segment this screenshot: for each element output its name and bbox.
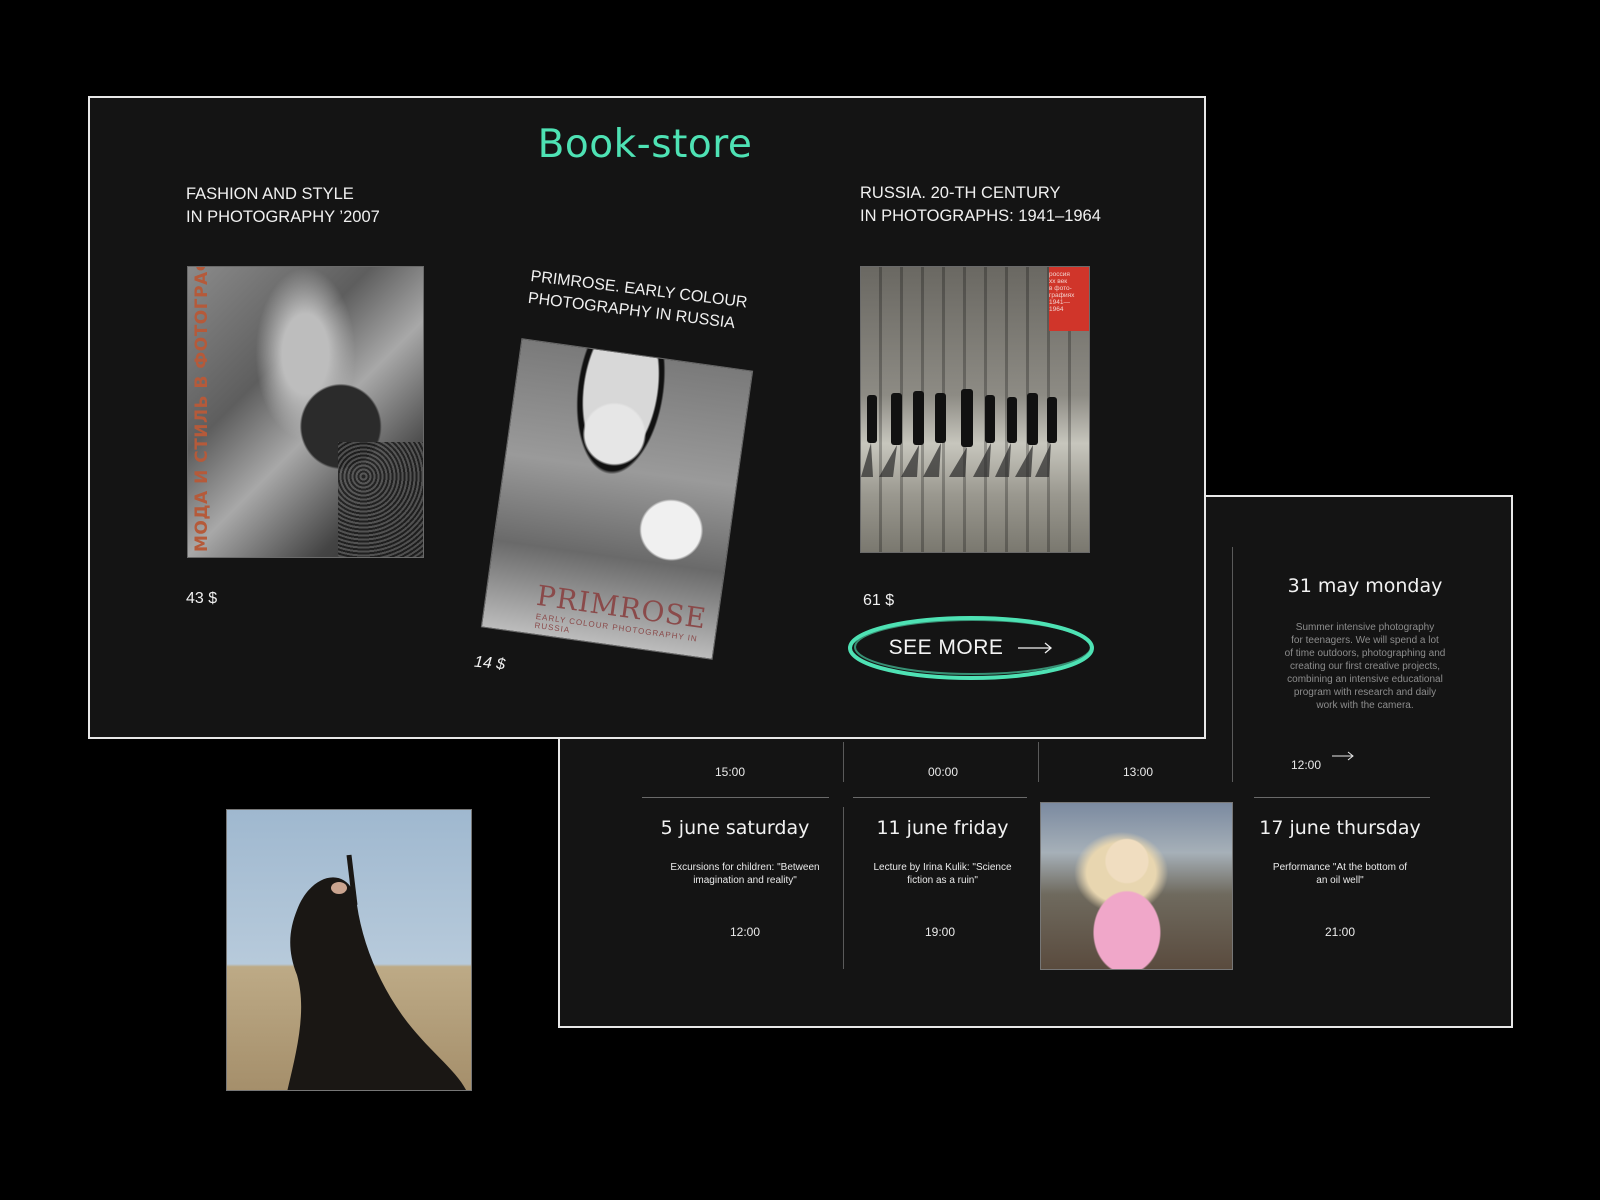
book-price: 43 $ — [186, 590, 218, 607]
event-date[interactable]: 17 june thursday — [1245, 817, 1435, 839]
book-price: 61 $ — [863, 592, 895, 609]
featured-event-description: Summer intensive photography for teenage… — [1284, 622, 1446, 711]
event-date[interactable]: 11 june friday — [850, 817, 1035, 839]
event-description: Lecture by Irina Kulik: "Science fiction… — [873, 862, 1012, 886]
event-photo — [1040, 802, 1233, 970]
see-more-button[interactable]: SEE MORE — [846, 613, 1096, 683]
book-cover[interactable]: PRIMROSE EARLY COLOUR PHOTOGRAPHY IN RUS… — [480, 338, 754, 660]
figure-illustration — [287, 854, 466, 1090]
row-divider — [642, 797, 829, 798]
column-divider — [1232, 547, 1233, 782]
event-date[interactable]: 5 june saturday — [640, 817, 830, 839]
event-time: 21:00 — [1324, 925, 1356, 939]
event-time: 13:00 — [1122, 765, 1154, 779]
featured-event-time: 12:00 — [1290, 758, 1322, 772]
book-cover[interactable]: россия xx век в фото- графиях 1941— 1964 — [860, 266, 1090, 553]
featured-event-date[interactable]: 31 may monday — [1245, 575, 1485, 597]
event-description: Excursions for children: "Between imagin… — [670, 862, 820, 886]
column-divider — [843, 807, 844, 969]
book-title[interactable]: FASHION AND STYLE IN PHOTOGRAPHY ’2007 — [186, 183, 380, 229]
cover-text: МОДА И СТИЛЬ В ФОТОГРАФИИ'2007 — [192, 266, 212, 552]
cover-art — [338, 442, 423, 557]
book-price: 14 $ — [473, 653, 506, 674]
feature-photo — [226, 809, 472, 1091]
page-title: Book-store — [537, 122, 753, 167]
event-description: Performance "At the bottom of an oil wel… — [1272, 862, 1408, 886]
arrow-right-icon[interactable] — [1331, 751, 1355, 761]
column-divider — [1038, 742, 1039, 782]
see-more-label: SEE MORE — [888, 636, 1004, 659]
row-divider — [1254, 797, 1430, 798]
event-time: 19:00 — [924, 925, 956, 939]
book-cover[interactable]: МОДА И СТИЛЬ В ФОТОГРАФИИ'2007 — [187, 266, 424, 558]
column-divider — [843, 742, 844, 782]
event-time: 15:00 — [714, 765, 746, 779]
book-title[interactable]: PRIMROSE. EARLY COLOUR PHOTOGRAPHY IN RU… — [527, 266, 749, 336]
event-time: 12:00 — [729, 925, 761, 939]
cover-text: россия xx век в фото- графиях 1941— 1964 — [1049, 271, 1075, 313]
row-divider — [853, 797, 1027, 798]
event-time: 00:00 — [927, 765, 959, 779]
arrow-right-icon — [1018, 642, 1053, 654]
bookstore-panel: Book-store FASHION AND STYLE IN PHOTOGRA… — [88, 96, 1206, 739]
cover-art — [861, 389, 1057, 477]
book-title[interactable]: RUSSIA. 20-TH CENTURY IN PHOTOGRAPHS: 19… — [860, 182, 1101, 228]
